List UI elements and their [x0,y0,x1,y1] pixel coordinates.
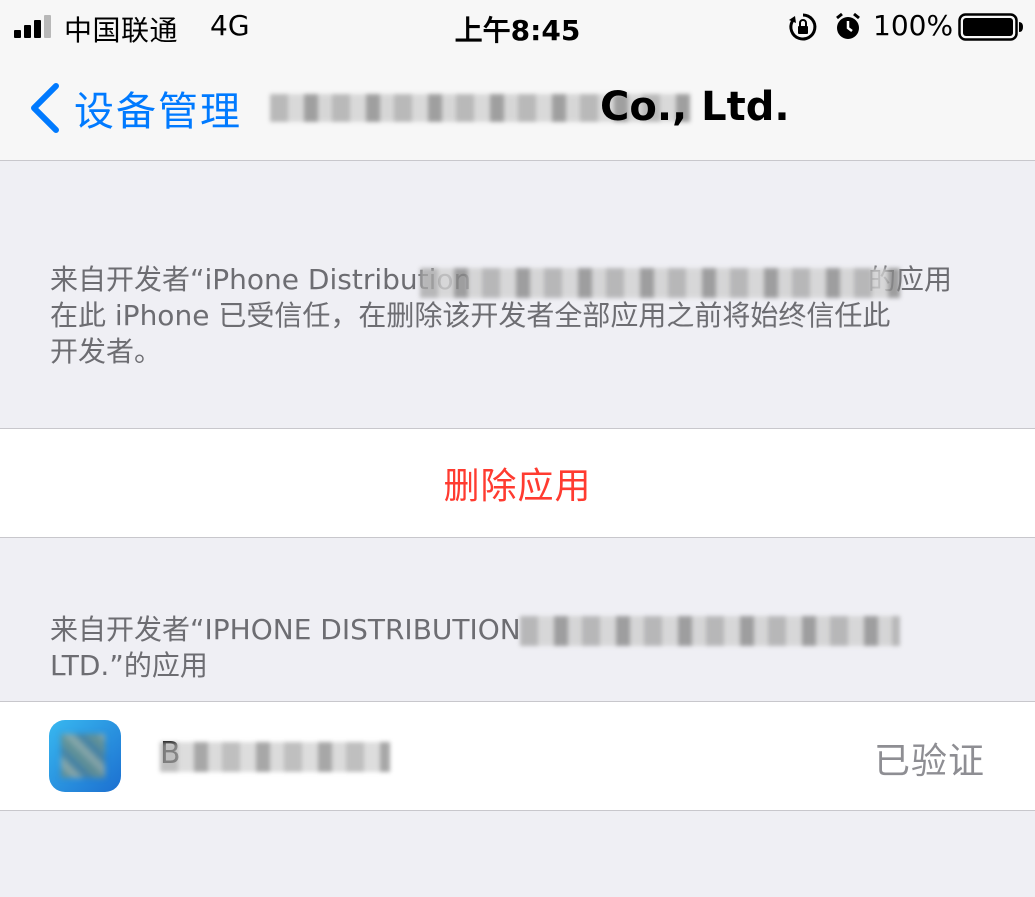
delete-apps-label: 删除应用 [443,466,592,507]
page-title-visible-text: Co., Ltd. [600,84,790,130]
alarm-icon [836,12,860,39]
page-title: Co., Ltd. [270,84,790,134]
app-verified-status: 已验证 [873,741,985,782]
delete-apps-button[interactable]: 删除应用 [0,428,1035,538]
status-bar: 中国联通 4G 上午8:45 100% [0,0,1035,54]
battery-percent: 100% [873,9,954,42]
back-label: 设备管理 [74,89,242,135]
navigation-bar: 设备管理 Co., Ltd. [0,54,1035,161]
redacted-app-name [160,742,390,772]
chevron-left-icon [31,83,59,133]
app-row[interactable]: B 已验证 [0,701,1035,811]
app-name: B [160,734,390,780]
apps-section-header: 来自开发者“IPHONE DISTRIBUTION LTD.”的应用 [50,612,990,684]
trust-line2: 在此 iPhone 已受信任，在删除该开发者全部应用之前将始终信任此 [50,299,891,332]
app-icon [49,720,121,792]
redacted-developer-id [420,268,900,298]
orientation-lock-icon [789,13,817,41]
trust-line3: 开发者。 [50,335,163,368]
battery-icon [958,13,1023,41]
redacted-developer-name [520,616,900,646]
trust-line1-start: 来自开发者“iPhone Distribution [50,263,472,296]
trust-info-text: 来自开发者“iPhone Distribution 的应用 在此 iPhone … [50,262,990,370]
apps-header-line2: LTD.”的应用 [50,649,208,682]
back-button[interactable]: 设备管理 [28,80,242,136]
